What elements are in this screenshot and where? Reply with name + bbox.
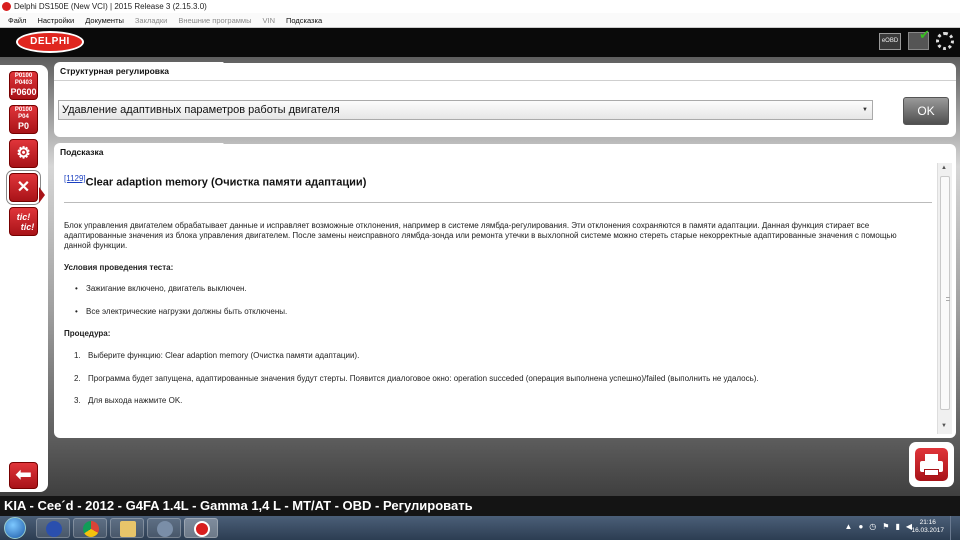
tool-icon: [157, 521, 173, 537]
menu-documents[interactable]: Документы: [85, 16, 124, 25]
window-title: Delphi DS150E (New VCI) | 2015 Release 3…: [14, 2, 207, 11]
hint-divider: [64, 202, 932, 203]
hint-scrollbar[interactable]: ▲ ▼: [937, 163, 952, 434]
conditions-heading: Условия проведения теста:: [64, 263, 174, 272]
back-arrow-icon: ⬅: [15, 464, 32, 486]
taskbar-delphi[interactable]: [184, 518, 218, 538]
back-button[interactable]: ⬅: [9, 462, 38, 489]
top-right-icons: eOBD: [879, 27, 954, 50]
eobd-button[interactable]: eOBD: [879, 32, 901, 50]
scroll-thumb[interactable]: [940, 176, 950, 410]
taskbar-explorer[interactable]: [110, 518, 144, 538]
step-number: 3.: [74, 396, 81, 405]
structural-adjustment-panel: Структурная регулировка Удавление адапти…: [54, 62, 956, 137]
dtc-code-1: P0100: [14, 73, 33, 79]
print-button[interactable]: [909, 442, 954, 487]
chrome-icon: [83, 521, 99, 537]
left-toolbar: P0100 P0403 P0600 P0100 P04 P0 ⚙ ✕ tic! …: [0, 65, 48, 492]
menu-bookmarks[interactable]: Закладки: [135, 16, 167, 25]
dtc-code-2: P0403: [14, 80, 33, 86]
step-text: Для выхода нажмите OK.: [88, 396, 183, 405]
condition-text: Все электрические нагрузки должны быть о…: [86, 307, 288, 316]
hint-title: [1129]Clear adaption memory (Очистка пам…: [64, 174, 366, 189]
actuator-test-button[interactable]: tic! tic!: [9, 207, 38, 236]
scroll-up-icon[interactable]: ▲: [941, 165, 947, 171]
scroll-down-icon[interactable]: ▼: [941, 423, 947, 429]
step-number: 2.: [74, 374, 81, 383]
hint-title-text: Clear adaption memory (Очистка памяти ад…: [85, 176, 367, 189]
window-titlebar: Delphi DS150E (New VCI) | 2015 Release 3…: [0, 0, 960, 13]
engine-graph-icon: ⚙: [16, 145, 31, 162]
menu-external-programs[interactable]: Внешние программы: [178, 16, 251, 25]
ok-button[interactable]: OK: [903, 97, 949, 125]
dtc-clear-code-3: P0: [17, 121, 29, 131]
taskbar-clock[interactable]: 21:16 16.03.2017: [911, 519, 944, 535]
taskbar-app-4[interactable]: [147, 518, 181, 538]
tray-flag-icon[interactable]: ⚑: [882, 522, 889, 531]
live-data-button[interactable]: ⚙: [9, 139, 38, 168]
procedure-step: 3. Для выхода нажмите OK.: [74, 396, 182, 405]
brand-bar: DELPHI eOBD: [0, 27, 960, 57]
menu-settings[interactable]: Настройки: [37, 16, 74, 25]
tray-shield-icon[interactable]: ●: [858, 522, 863, 531]
step-text: Выберите функцию: Clear adaption memory …: [88, 351, 360, 360]
procedure-step: 2. Программа будет запущена, адаптированн…: [74, 374, 759, 383]
read-dtc-button[interactable]: P0100 P0403 P0600: [9, 71, 38, 100]
menu-help[interactable]: Подсказка: [286, 16, 322, 25]
structural-tab: Структурная регулировка: [54, 62, 224, 80]
clear-dtc-button[interactable]: P0100 P04 P0: [9, 105, 38, 134]
tab-divider: [54, 80, 956, 81]
dtc-code-3: P0600: [10, 87, 37, 97]
dropdown-arrow-icon[interactable]: ▼: [862, 101, 868, 119]
dtc-clear-code-1: P0100: [14, 107, 33, 113]
vci-connected-icon[interactable]: [908, 27, 930, 50]
procedure-step: 1. Выберите функцию: Clear adaption memor…: [74, 351, 359, 360]
tic-label-2: tic!: [20, 222, 35, 232]
tic-label-1: tic!: [16, 212, 31, 222]
tray-expand-icon[interactable]: ▲: [845, 522, 853, 531]
delphi-icon: [194, 521, 210, 537]
hint-panel: Подсказка [1129]Clear adaption memory (О…: [54, 143, 956, 438]
menu-file[interactable]: Файл: [8, 16, 26, 25]
app-icon: [46, 521, 62, 537]
tray-network-icon[interactable]: ▮: [895, 522, 899, 531]
taskbar-app-1[interactable]: [36, 518, 70, 538]
dtc-clear-code-2: P04: [18, 114, 29, 120]
procedure-heading: Процедура:: [64, 329, 111, 338]
system-tray: ▲ ● ◷ ⚑ ▮ ◀: [845, 522, 912, 531]
scroll-grip-icon: [946, 297, 950, 301]
tray-clock-icon[interactable]: ◷: [869, 522, 876, 531]
condition-item: Зажигание включено, двигатель выключен.: [75, 284, 247, 293]
selected-function: Удавление адаптивных параметров работы д…: [62, 104, 340, 116]
adjustment-button[interactable]: ✕: [9, 173, 38, 202]
wrench-tools-icon: ✕: [16, 179, 31, 196]
hint-content: [1129]Clear adaption memory (Очистка пам…: [62, 171, 934, 433]
start-button-icon[interactable]: [4, 517, 26, 539]
clock-time: 21:16: [919, 519, 936, 526]
show-desktop-button[interactable]: [950, 516, 960, 540]
app-logo-icon: [2, 2, 11, 11]
function-select[interactable]: Удавление адаптивных параметров работы д…: [58, 100, 873, 120]
condition-text: Зажигание включено, двигатель выключен.: [86, 284, 247, 293]
condition-item: Все электрические нагрузки должны быть о…: [75, 307, 288, 316]
delphi-logo: DELPHI: [16, 31, 84, 53]
hint-tab: Подсказка: [54, 143, 224, 161]
hint-description: Блок управления двигателем обрабатывает …: [64, 221, 897, 250]
step-text: Программа будет запущена, адаптированные…: [88, 374, 759, 383]
printer-icon: [915, 448, 948, 481]
active-indicator-arrow-icon: [39, 187, 45, 203]
menu-vin[interactable]: VIN: [262, 16, 275, 25]
windows-taskbar: ▲ ● ◷ ⚑ ▮ ◀ 21:16 16.03.2017: [0, 516, 960, 540]
step-number: 1.: [74, 351, 81, 360]
hint-reference-link[interactable]: [1129]: [64, 174, 86, 183]
clock-date: 16.03.2017: [911, 527, 944, 534]
main-area: P0100 P0403 P0600 P0100 P04 P0 ⚙ ✕ tic! …: [0, 57, 960, 496]
folder-icon: [120, 521, 136, 537]
vehicle-status-bar: KIA - Cee´d - 2012 - G4FA 1.4L - Gamma 1…: [0, 496, 960, 516]
loading-spinner-icon: [936, 32, 954, 50]
menu-bar: Файл Настройки Документы Закладки Внешни…: [0, 13, 960, 28]
taskbar-chrome[interactable]: [73, 518, 107, 538]
